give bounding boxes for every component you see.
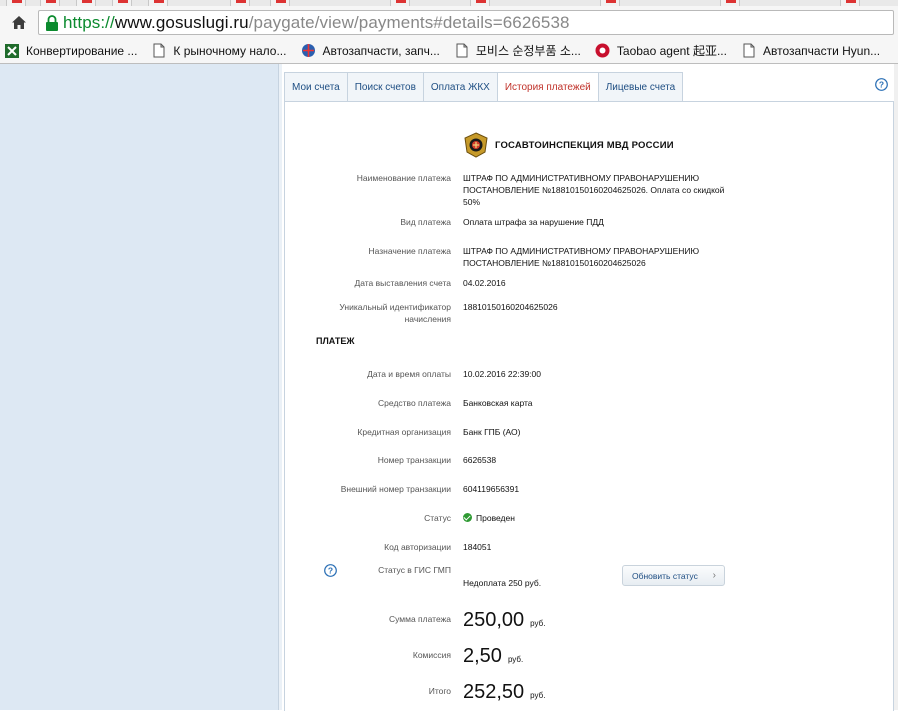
- bookmark-item[interactable]: 모비스 순정부품 소...: [454, 40, 581, 62]
- address-bar[interactable]: https://www.gosuslugi.ru/paygate/view/pa…: [38, 10, 894, 35]
- currency-label: руб.: [530, 619, 546, 628]
- help-icon[interactable]: ?: [875, 78, 888, 91]
- field-label: Комиссия: [412, 650, 451, 660]
- currency-label: руб.: [507, 655, 524, 664]
- bookmark-item[interactable]: К рыночному нало...: [151, 40, 286, 62]
- payments-tabs: Мои счета Поиск счетов Оплата ЖКХ Истори…: [284, 72, 684, 102]
- status-text: Проведен: [476, 513, 515, 523]
- payments-frame: Мои счета Поиск счетов Оплата ЖКХ Истори…: [284, 70, 894, 711]
- excel-icon: [4, 43, 20, 59]
- page-viewport: Мои счета Поиск счетов Оплата ЖКХ Истори…: [0, 64, 898, 711]
- field-value: 604119656391: [463, 484, 520, 494]
- url-host: www.gosuslugi.ru: [114, 12, 249, 32]
- field-value: 18810150160204625026: [463, 302, 558, 312]
- sidebar-edge: [278, 64, 282, 710]
- field-value: 10.02.2016 22:39:00: [463, 369, 541, 379]
- field-label: Наименование платежа: [356, 173, 451, 183]
- url-scheme: https://: [63, 12, 115, 32]
- org-name: ГОСАВТОИНСПЕКЦИЯ МВД РОССИИ: [495, 139, 674, 151]
- tab-search-bills[interactable]: Поиск счетов: [346, 72, 424, 102]
- right-gutter: [894, 64, 898, 710]
- svg-text:?: ?: [879, 80, 884, 90]
- total-number: 252,50: [463, 681, 525, 703]
- home-icon: [12, 15, 26, 29]
- field-label: Назначение платежа: [368, 246, 451, 256]
- page-icon: [454, 43, 470, 59]
- refresh-status-label: Обновить статус: [632, 570, 698, 581]
- field-label: Дата и время оплаты: [367, 369, 451, 379]
- field-value: 184051: [463, 542, 492, 552]
- url-path: /paygate/view/payments#details=6626538: [248, 12, 570, 32]
- page-icon: [151, 43, 167, 59]
- taobao-icon: [595, 43, 611, 59]
- field-value: Банковская карта: [463, 398, 533, 408]
- bookmark-item[interactable]: Автозапчасти Hyun...: [741, 40, 880, 62]
- field-label: Итого: [428, 686, 451, 696]
- payment-details-panel: ГОСАВТОИНСПЕКЦИЯ МВД РОССИИ Наименование…: [284, 101, 894, 711]
- field-value: Оплата штрафа за нарушение ПДД: [463, 217, 604, 227]
- field-label: Статус: [424, 513, 451, 523]
- field-value: 04.02.2016: [463, 278, 506, 288]
- bookmark-item[interactable]: Конвертирование ...: [4, 40, 137, 62]
- left-sidebar: [0, 64, 278, 710]
- amount-value: 250,00 руб.: [463, 609, 545, 632]
- gibdd-emblem-icon: [464, 132, 488, 158]
- bookmark-item[interactable]: Taobao agent 起亚...: [595, 40, 727, 62]
- tab-utilities[interactable]: Оплата ЖКХ: [422, 72, 498, 102]
- secure-lock-icon: [41, 12, 63, 34]
- url-text[interactable]: https://www.gosuslugi.ru/paygate/view/pa…: [63, 13, 570, 33]
- field-label: Статус в ГИС ГМП: [378, 565, 451, 575]
- bookmarks-bar: Конвертирование ... К рыночному нало... …: [0, 38, 898, 64]
- sum-number: 250,00: [463, 609, 525, 631]
- field-value: Банк ГПБ (АО): [463, 427, 521, 437]
- globe-icon: [300, 43, 316, 59]
- refresh-status-button[interactable]: Обновить статус ›: [622, 565, 725, 586]
- tab-personal-accounts[interactable]: Лицевые счета: [597, 72, 684, 102]
- tab-my-bills[interactable]: Мои счета: [284, 72, 348, 102]
- bookmark-item[interactable]: Автозапчасти, запч...: [300, 40, 440, 62]
- field-label: Внешний номер транзакции: [340, 484, 451, 494]
- page-icon: [741, 43, 757, 59]
- browser-toolbar: https://www.gosuslugi.ru/paygate/view/pa…: [0, 6, 898, 38]
- field-label: Вид платежа: [400, 217, 451, 227]
- bookmark-label: 모비스 순정부품 소...: [475, 44, 581, 58]
- chevron-right-icon: ›: [712, 570, 716, 581]
- currency-label: руб.: [530, 691, 546, 700]
- field-label: Код авторизации: [384, 542, 451, 552]
- bookmark-label: К рыночному нало...: [173, 43, 287, 58]
- bookmark-label: Автозапчасти Hyun...: [762, 43, 881, 58]
- status-value: Проведен: [463, 512, 743, 524]
- amount-value: 252,50 руб.: [463, 681, 545, 704]
- bookmark-label: Taobao agent 起亚...: [616, 44, 727, 58]
- org-header: ГОСАВТОИНСПЕКЦИЯ МВД РОССИИ: [463, 132, 674, 158]
- field-label: Номер транзакции: [377, 455, 451, 465]
- field-label: Средство платежа: [378, 398, 451, 408]
- field-label: Сумма платежа: [388, 614, 451, 624]
- field-label: Уникальный идентификатор начисления: [339, 302, 451, 324]
- commission-number: 2,50: [463, 645, 502, 667]
- field-value: ШТРАФ ПО АДМИНИСТРАТИВНОМУ ПРАВОНАРУШЕНИ…: [463, 173, 725, 207]
- check-circle-icon: [463, 513, 472, 522]
- home-button[interactable]: [8, 12, 30, 32]
- section-title-payment: ПЛАТЕЖ: [316, 336, 355, 346]
- bookmark-label: Автозапчасти, запч...: [322, 43, 440, 58]
- amount-value: 2,50 руб.: [463, 645, 523, 668]
- field-label: Кредитная организация: [357, 427, 451, 437]
- bookmark-label: Конвертирование ...: [26, 43, 138, 58]
- field-label: Дата выставления счета: [354, 278, 451, 288]
- field-value: 6626538: [463, 455, 497, 465]
- field-value: ШТРАФ ПО АДМИНИСТРАТИВНОМУ ПРАВОНАРУШЕНИ…: [463, 246, 700, 268]
- tab-payment-history[interactable]: История платежей: [496, 72, 599, 102]
